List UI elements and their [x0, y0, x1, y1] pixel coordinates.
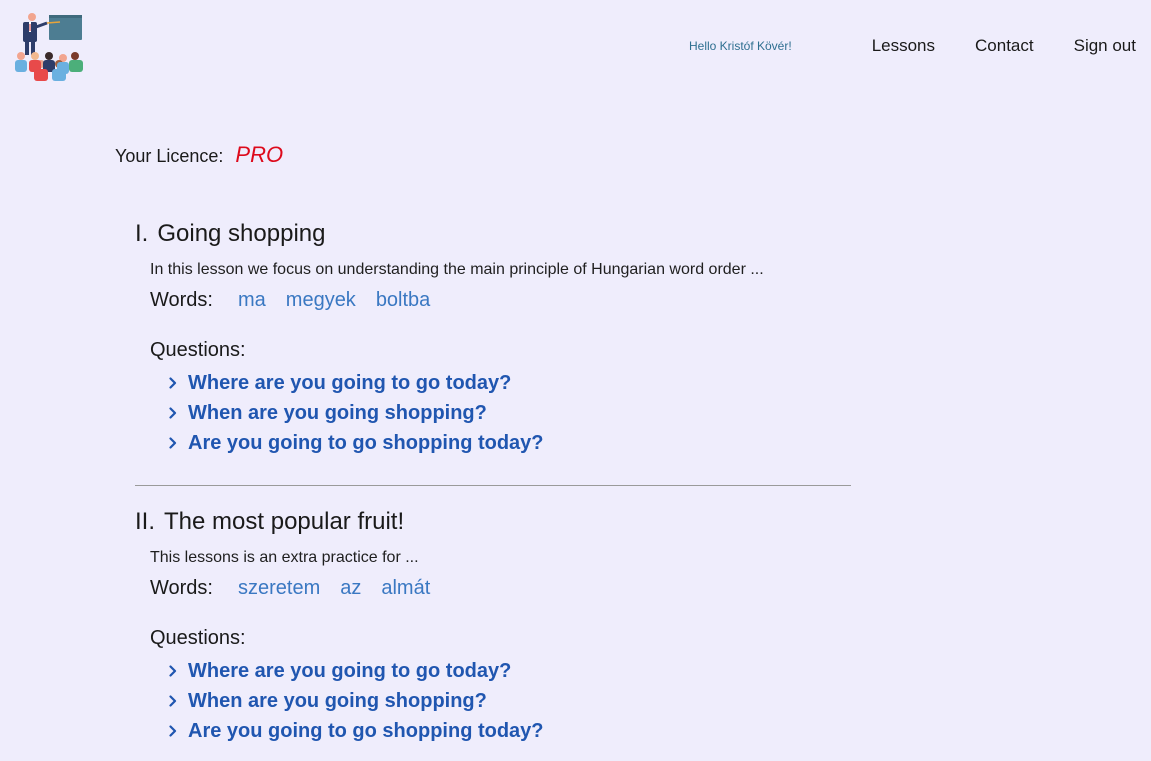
lesson-title-text: The most popular fruit! [164, 508, 405, 535]
question-list: Where are you going to go today? When ar… [135, 656, 851, 746]
question-text: When are you going shopping? [188, 689, 487, 712]
questions-label: Questions: [150, 339, 246, 361]
chevron-right-icon [169, 406, 188, 420]
chevron-right-icon [169, 724, 188, 738]
word-link[interactable]: megyek [286, 284, 356, 316]
word-link[interactable]: az [340, 572, 361, 604]
licence-value: PRO [235, 142, 284, 167]
question-text: When are you going shopping? [188, 401, 487, 424]
question-text: Where are you going to go today? [188, 371, 512, 394]
lesson-card: II. The most popular fruit! This lessons… [135, 506, 851, 746]
chevron-right-icon [169, 664, 188, 678]
question-list: Where are you going to go today? When ar… [135, 368, 851, 458]
lesson-number: I. [135, 220, 149, 247]
lesson-words: Words: szeretem az almát [150, 572, 851, 604]
nav-sign-out-link[interactable]: Sign out [1074, 36, 1136, 56]
user-greeting: Hello Kristóf Kövér! [688, 39, 792, 53]
lesson-number: II. [135, 508, 156, 535]
lesson-divider [135, 485, 851, 486]
questions-label: Questions: [150, 627, 246, 649]
licence-info: Your Licence: PRO [115, 142, 283, 168]
question-link[interactable]: Where are you going to go today? [169, 368, 851, 398]
licence-label: Your Licence: [115, 146, 224, 166]
teacher-classroom-icon [15, 13, 83, 81]
lesson-description: This lessons is an extra practice for ..… [150, 549, 419, 566]
word-link[interactable]: boltba [376, 284, 431, 316]
lesson-description: In this lesson we focus on understanding… [150, 261, 764, 278]
lesson-title-text: Going shopping [157, 220, 326, 247]
question-link[interactable]: Are you going to go shopping today? [169, 716, 851, 746]
word-link[interactable]: almát [381, 572, 430, 604]
chevron-right-icon [169, 436, 188, 450]
question-text: Are you going to go shopping today? [188, 431, 544, 454]
chevron-right-icon [169, 376, 188, 390]
lesson-card: I. Going shopping In this lesson we focu… [135, 218, 851, 458]
site-logo[interactable] [13, 12, 87, 84]
lesson-words: Words: ma megyek boltba [150, 284, 851, 316]
word-link[interactable]: szeretem [238, 572, 320, 604]
question-text: Where are you going to go today? [188, 659, 512, 682]
question-link[interactable]: When are you going shopping? [169, 686, 851, 716]
word-link[interactable]: ma [238, 284, 266, 316]
question-link[interactable]: When are you going shopping? [169, 398, 851, 428]
nav-contact-link[interactable]: Contact [975, 36, 1034, 56]
top-nav: Hello Kristóf Kövér! Lessons Contact Sig… [689, 36, 1136, 56]
lesson-title: I. Going shopping [135, 218, 851, 250]
lesson-title: II. The most popular fruit! [135, 506, 851, 538]
words-label: Words: [150, 577, 213, 599]
question-text: Are you going to go shopping today? [188, 719, 544, 742]
question-link[interactable]: Are you going to go shopping today? [169, 428, 851, 458]
words-label: Words: [150, 289, 213, 311]
question-link[interactable]: Where are you going to go today? [169, 656, 851, 686]
chevron-right-icon [169, 694, 188, 708]
nav-lessons-link[interactable]: Lessons [872, 36, 935, 56]
